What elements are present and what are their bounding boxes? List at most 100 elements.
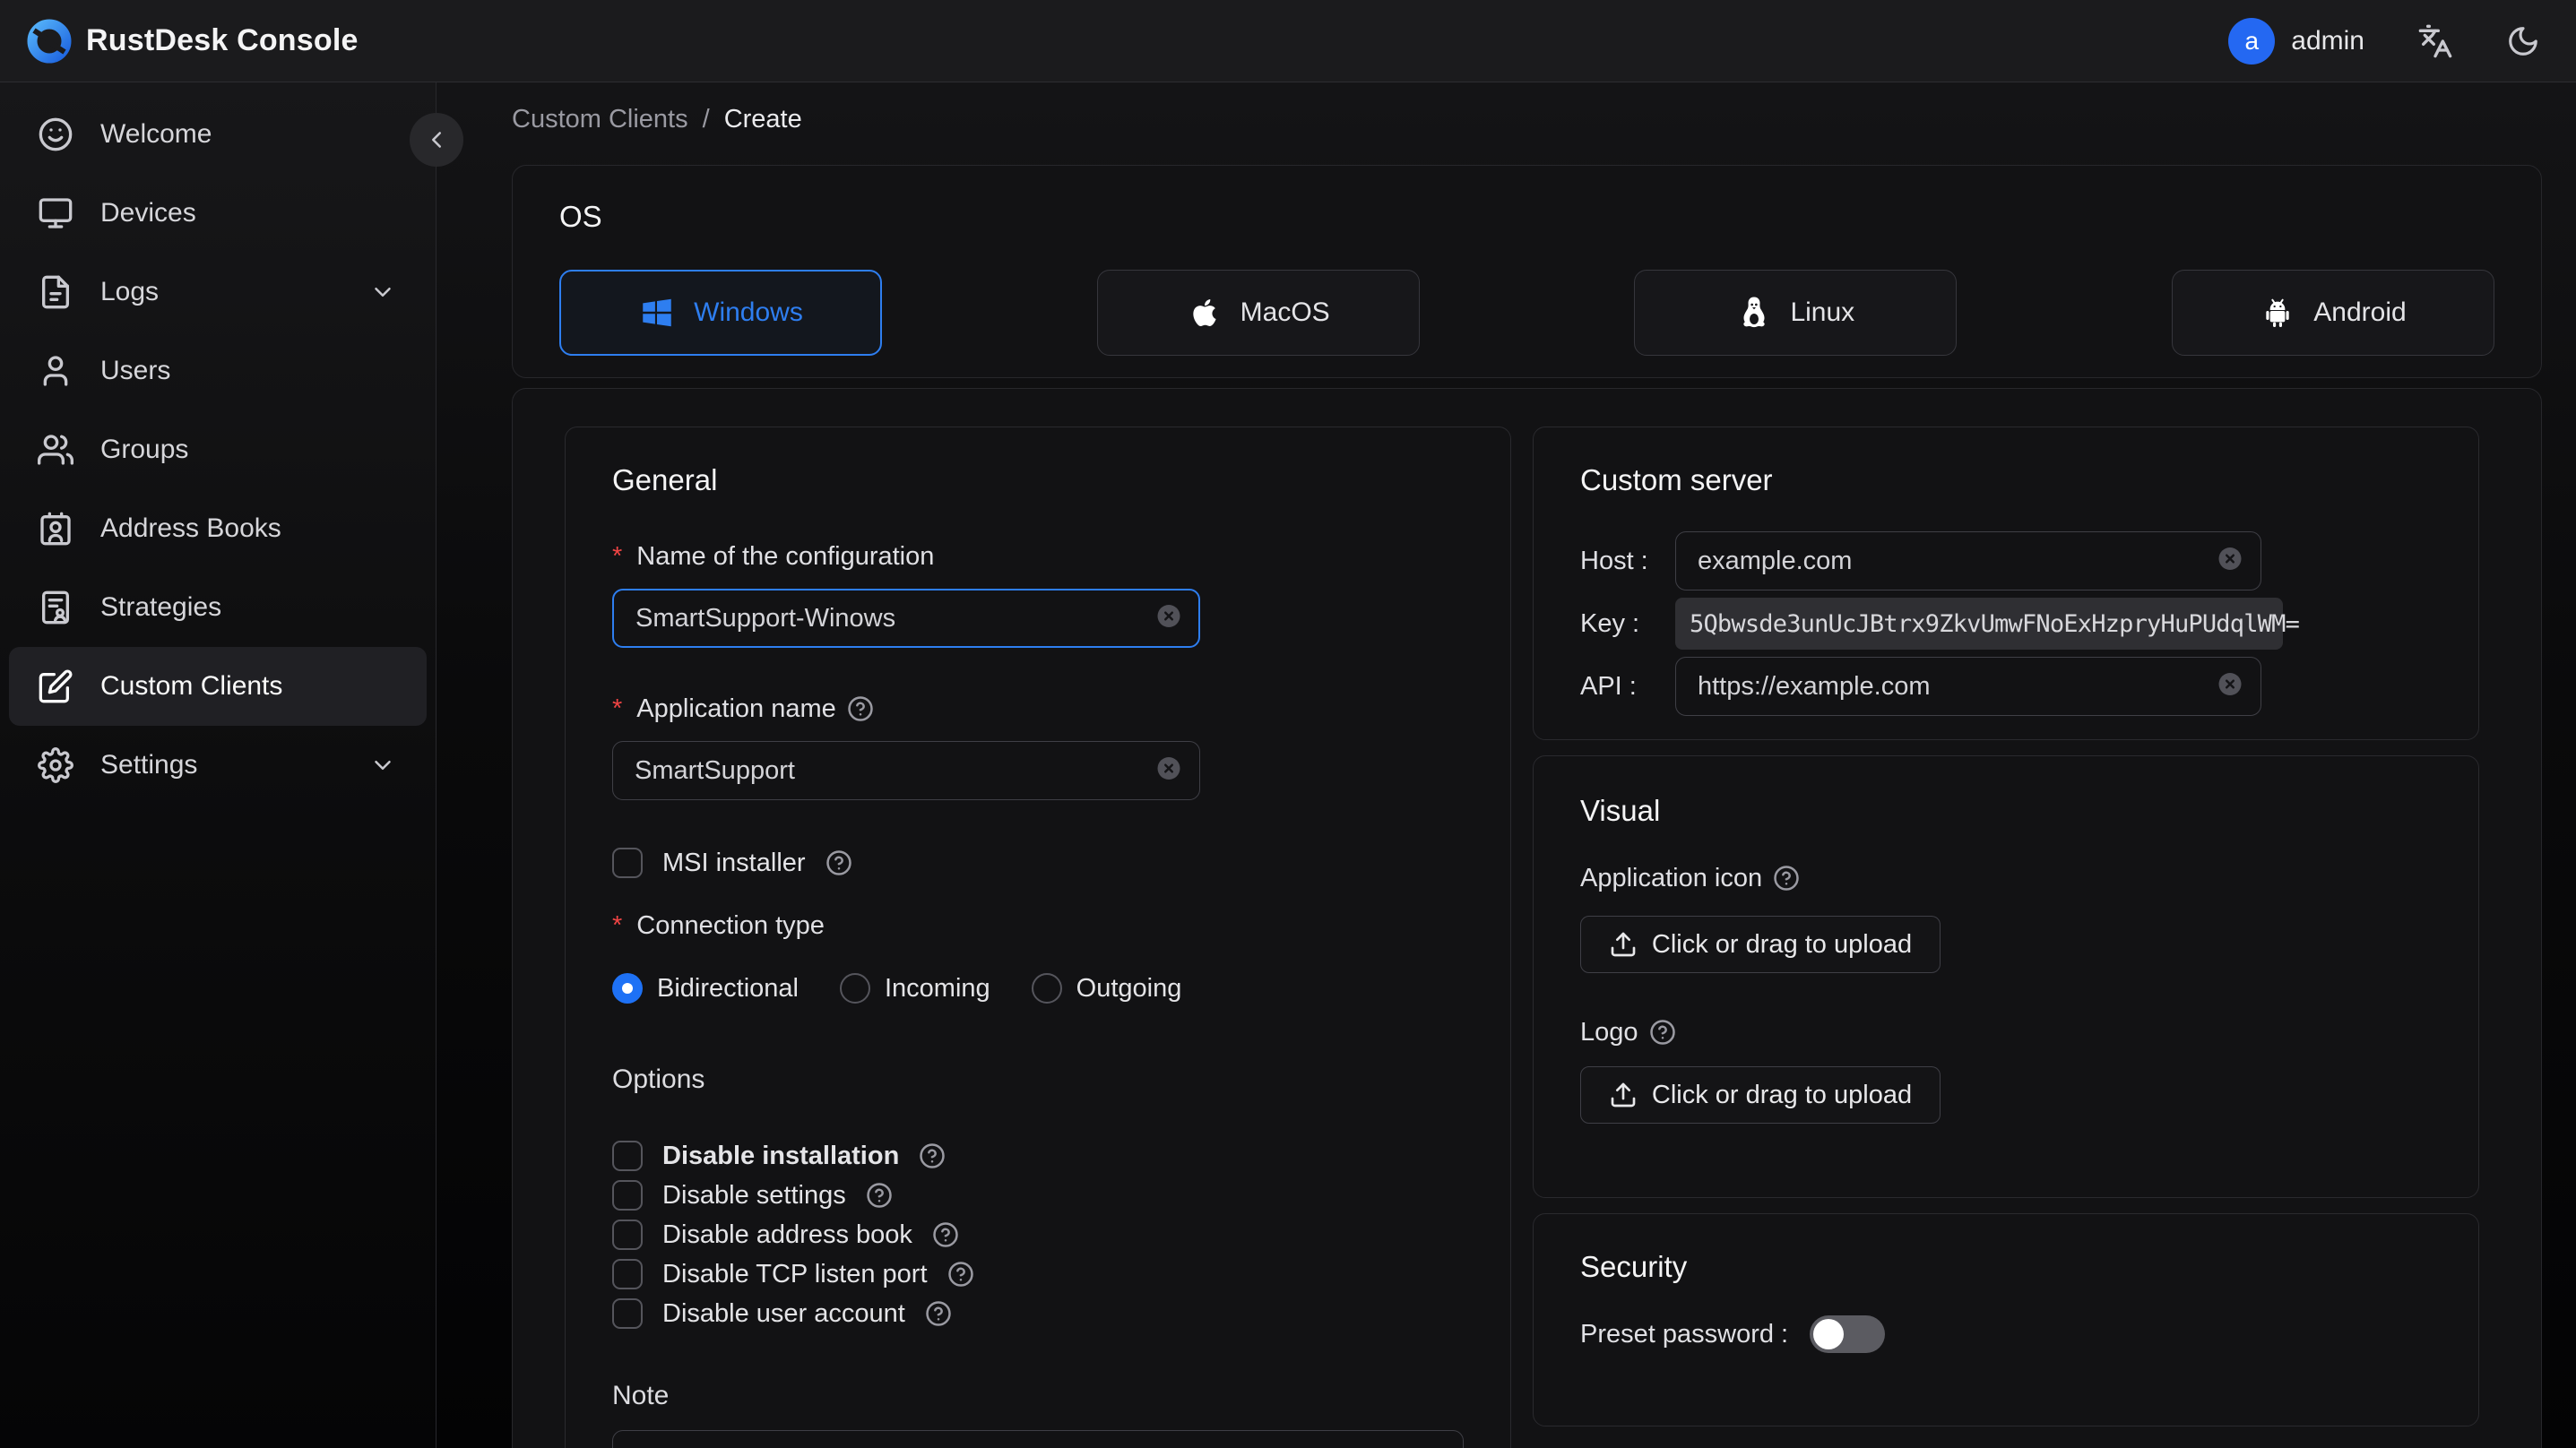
- config-name-input[interactable]: [612, 589, 1200, 648]
- sidebar-item-logs[interactable]: Logs: [9, 253, 427, 332]
- api-input[interactable]: [1675, 657, 2261, 716]
- smile-icon: [39, 117, 73, 151]
- general-title: General: [612, 463, 718, 496]
- custom-server-section: Custom server Host : Key : 5Qbwsde3unUcJ…: [1533, 427, 2479, 740]
- sidebar-item-users[interactable]: Users: [9, 332, 427, 410]
- breadcrumb: Custom Clients / Create: [512, 105, 802, 134]
- checkbox[interactable]: [612, 1259, 643, 1289]
- user-name[interactable]: admin: [2291, 26, 2364, 56]
- sidebar-item-address-books[interactable]: Address Books: [9, 489, 427, 568]
- preset-password-toggle[interactable]: [1810, 1315, 1886, 1353]
- radio-outgoing[interactable]: Outgoing: [1031, 973, 1181, 1004]
- checkbox[interactable]: [612, 1141, 643, 1171]
- file-user-icon: [42, 590, 70, 625]
- dark-mode-moon-icon[interactable]: [2504, 22, 2542, 60]
- checkbox[interactable]: [612, 1298, 643, 1329]
- app-name-input[interactable]: [612, 741, 1200, 800]
- users-icon: [38, 435, 73, 465]
- msi-installer-checkbox[interactable]: [612, 848, 643, 878]
- required-marker: [612, 540, 626, 573]
- key-value: 5Qbwsde3unUcJBtrx9ZkvUmwFNoExHzpryHuPUdq…: [1690, 609, 2300, 638]
- upload-icon: [1611, 932, 1636, 957]
- avatar[interactable]: a: [2228, 17, 2276, 65]
- gear-icon: [38, 747, 73, 783]
- api-label: API :: [1580, 671, 1637, 701]
- app-title: RustDesk Console: [86, 23, 359, 57]
- edit-square-icon: [39, 669, 73, 703]
- rustdesk-logo-icon: [27, 19, 72, 64]
- breadcrumb-current: Create: [723, 105, 802, 134]
- help-icon[interactable]: [847, 695, 874, 722]
- option-disable-installation: Disable installation: [612, 1136, 1464, 1176]
- contact-card-icon: [40, 512, 71, 546]
- os-button-android[interactable]: Android: [2171, 270, 2494, 356]
- radio-selected-icon: [612, 973, 643, 1004]
- checkbox[interactable]: [612, 1180, 643, 1211]
- main-content: Custom Clients / Create OS Windows MacOS: [437, 82, 2576, 1448]
- preset-password-row: Preset password :: [1580, 1314, 2432, 1354]
- help-icon[interactable]: [1649, 1019, 1676, 1046]
- radio-icon: [1031, 973, 1062, 1004]
- chevron-down-icon: [375, 761, 391, 770]
- config-name-label: Name of the configuration: [612, 540, 1464, 573]
- connection-type-options: Bidirectional Incoming Outgoing: [612, 970, 1464, 1006]
- android-robot-icon: [2266, 298, 2289, 327]
- help-icon[interactable]: [826, 849, 852, 876]
- sidebar-item-custom-clients[interactable]: Custom Clients: [9, 647, 427, 726]
- clear-icon[interactable]: [1155, 755, 1182, 787]
- checkbox[interactable]: [612, 1220, 643, 1250]
- os-button-macos[interactable]: MacOS: [1096, 270, 1420, 356]
- toggle-knob: [1813, 1319, 1845, 1349]
- security-title: Security: [1580, 1250, 1688, 1283]
- os-button-windows[interactable]: Windows: [559, 270, 882, 356]
- help-icon[interactable]: [866, 1182, 893, 1209]
- note-textarea[interactable]: [612, 1430, 1464, 1448]
- custom-server-title: Custom server: [1580, 463, 1773, 496]
- breadcrumb-parent[interactable]: Custom Clients: [512, 105, 688, 134]
- help-icon[interactable]: [932, 1221, 959, 1248]
- help-icon[interactable]: [947, 1261, 974, 1288]
- logo-upload-button[interactable]: Click or drag to upload: [1580, 1066, 1941, 1124]
- radio-bidirectional[interactable]: Bidirectional: [612, 973, 799, 1004]
- configuration-form: General Name of the configuration Applic…: [512, 388, 2542, 1448]
- os-section: OS Windows MacOS Linux Android: [512, 165, 2542, 378]
- upload-icon: [1611, 1082, 1636, 1108]
- preset-password-label: Preset password :: [1580, 1320, 1789, 1349]
- radio-incoming[interactable]: Incoming: [839, 973, 990, 1004]
- sidebar-item-groups[interactable]: Groups: [9, 410, 427, 489]
- os-section-title: OS: [559, 200, 602, 233]
- option-disable-address-book: Disable address book: [612, 1215, 1464, 1254]
- option-disable-settings: Disable settings: [612, 1176, 1464, 1215]
- clear-icon[interactable]: [1155, 603, 1182, 634]
- os-button-linux[interactable]: Linux: [1634, 270, 1958, 356]
- visual-section: Visual Application icon Click or drag to…: [1533, 755, 2479, 1198]
- monitor-icon: [39, 198, 73, 228]
- language-icon[interactable]: [2416, 22, 2454, 60]
- app-name-label: Application name: [612, 693, 1464, 725]
- help-icon[interactable]: [1773, 865, 1800, 892]
- help-icon[interactable]: [925, 1300, 952, 1327]
- logo-label: Logo: [1580, 1016, 2432, 1048]
- sidebar-item-welcome[interactable]: Welcome: [9, 95, 427, 174]
- required-marker: [612, 909, 626, 942]
- linux-tux-icon: [1743, 297, 1766, 328]
- top-bar: RustDesk Console a admin: [0, 0, 2576, 82]
- host-label: Host :: [1580, 546, 1648, 575]
- sidebar-item-devices[interactable]: Devices: [9, 174, 427, 253]
- sidebar-item-strategies[interactable]: Strategies: [9, 568, 427, 647]
- option-disable-user-account: Disable user account: [612, 1294, 1464, 1333]
- chevron-down-icon: [375, 288, 391, 297]
- sidebar-collapse-button[interactable]: [410, 113, 463, 167]
- radio-icon: [839, 973, 870, 1004]
- sidebar-item-settings[interactable]: Settings: [9, 726, 427, 805]
- general-section: General Name of the configuration Applic…: [565, 427, 1511, 1448]
- host-input[interactable]: [1675, 531, 2261, 590]
- help-icon[interactable]: [919, 1142, 946, 1169]
- clear-icon[interactable]: [2217, 671, 2243, 702]
- app-icon-upload-button[interactable]: Click or drag to upload: [1580, 916, 1941, 973]
- user-icon: [43, 356, 68, 386]
- key-value-box[interactable]: 5Qbwsde3unUcJBtrx9ZkvUmwFNoExHzpryHuPUdq…: [1675, 598, 2300, 650]
- chevron-left-icon: [432, 132, 441, 148]
- required-marker: [612, 693, 626, 725]
- clear-icon[interactable]: [2217, 546, 2243, 577]
